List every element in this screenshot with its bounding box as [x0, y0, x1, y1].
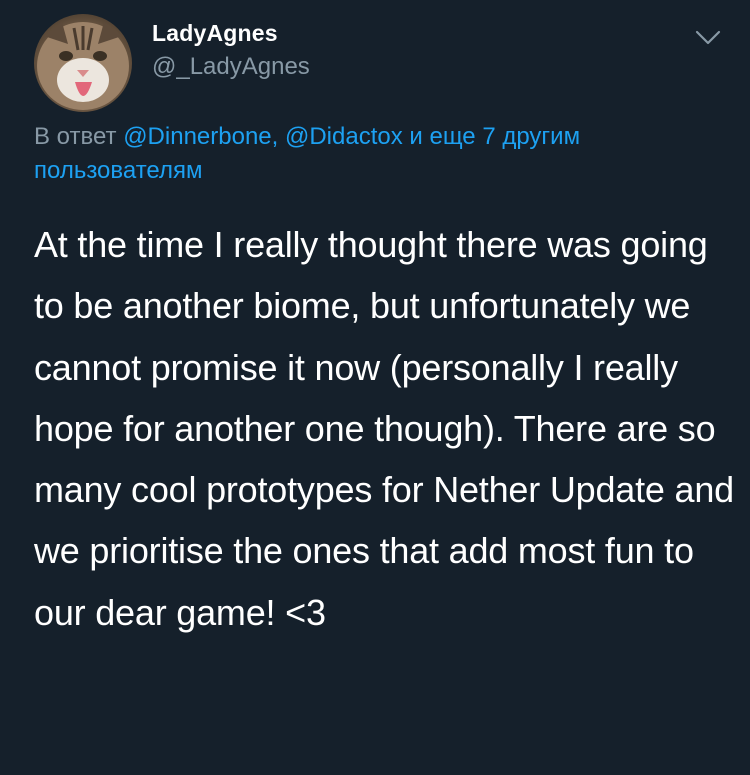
chevron-down-icon[interactable] — [693, 25, 723, 49]
user-names: LadyAgnes @_LadyAgnes — [152, 18, 310, 84]
display-name[interactable]: LadyAgnes — [152, 18, 310, 48]
mention-link[interactable]: @Didactox — [285, 123, 403, 150]
user-handle[interactable]: @_LadyAgnes — [152, 50, 310, 84]
reply-context: В ответ @Dinnerbone, @Didactox и еще 7 д… — [34, 120, 674, 188]
cat-avatar-icon — [37, 22, 129, 110]
mention-link[interactable]: @Dinnerbone, — [123, 123, 278, 150]
reply-conjunction: и — [409, 123, 423, 150]
avatar[interactable] — [34, 14, 132, 112]
tweet: LadyAgnes @_LadyAgnes В ответ @Dinnerbon… — [0, 0, 750, 775]
tweet-text: At the time I really thought there was g… — [34, 224, 734, 633]
reply-prefix: В ответ — [34, 123, 117, 150]
